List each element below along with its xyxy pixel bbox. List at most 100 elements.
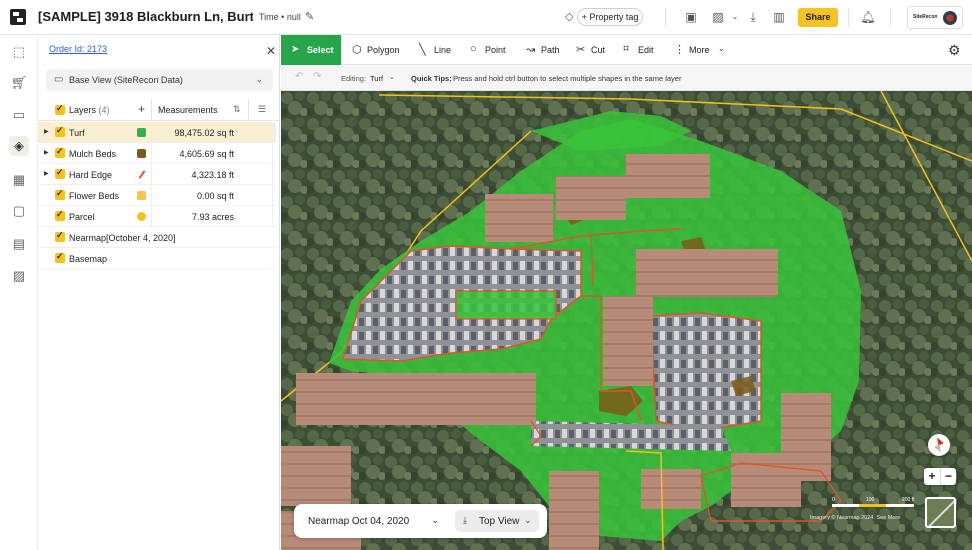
aerial-imagery [281,91,972,550]
editing-layer-select[interactable]: Turf [370,74,383,83]
add-layer-icon[interactable]: + [138,102,145,116]
layer-measurement: 98,475.02 sq ft [174,128,234,138]
layer-row[interactable]: Parcel 7.93 acres [38,206,276,227]
column-divider [151,99,152,121]
layer-name: Hard Edge [69,170,113,180]
layer-style-swatch-icon[interactable] [138,170,146,179]
layer-checkbox[interactable] [55,209,65,221]
zoom-out-button[interactable]: − [940,468,956,485]
gear-icon[interactable]: ⚙ [948,42,961,59]
layer-row[interactable]: Basemap [38,248,276,269]
expand-arrow-icon[interactable]: ▶ [44,128,49,135]
share-button[interactable]: Share [798,8,838,27]
expand-arrow-icon[interactable]: ▶ [44,170,49,177]
header-divider [890,8,891,27]
cell-divider [151,143,152,164]
company-logo-text: SiteRecon [913,14,938,20]
layer-measurement: 0.00 sq ft [196,191,234,201]
tag-icon: ◇ [565,11,574,23]
top-header: [SAMPLE] 3918 Blackburn Ln, Burtonsvi...… [0,0,972,35]
chevron-down-icon[interactable]: ⌄ [727,9,743,25]
basemap-toggle[interactable] [925,497,956,528]
property-title: [SAMPLE] 3918 Blackburn Ln, Burtonsvi... [38,9,253,24]
imagery-date-selector[interactable]: Nearmap Oct 04, 2020 ⌄ ⤓ Top View ⌄ [294,504,547,538]
top-view-icon: ⤓ [463,515,467,525]
layer-checkbox[interactable] [55,188,65,200]
layers-all-checkbox[interactable] [55,103,65,115]
chevron-down-icon: ⌄ [255,74,263,84]
layer-row[interactable]: ▶ Turf 98,475.02 sq ft [38,122,276,143]
document-icon[interactable]: ▣ [683,9,699,25]
tool-label: Cut [591,45,606,55]
edit-pencil-icon[interactable]: ✎ [305,10,314,23]
layer-row[interactable]: ▶ Hard Edge 4,323.18 ft [38,164,276,185]
layer-checkbox[interactable] [55,251,65,263]
layers-title-text: Layers [69,105,97,115]
bell-icon[interactable]: 🔔︎ [860,9,876,25]
cell-divider [272,164,273,185]
gallery-icon[interactable]: ▨ [9,266,29,286]
layer-row[interactable]: Nearmap[October 4, 2020] [38,227,276,248]
layer-style-swatch-icon[interactable] [137,212,146,221]
scale-bar: 0 100 200 ft [832,497,917,507]
layers-icon[interactable]: ◈ [9,136,29,156]
tool-label: Edit [638,45,654,55]
layers-title: Layers (4) [69,105,110,115]
filter-icon[interactable]: ☰ [258,104,266,115]
view-mode-button[interactable]: ⤓ Top View ⌄ [455,510,539,532]
undo-icon[interactable]: ↶ [295,71,303,82]
chat-icon[interactable]: ▢ [9,201,29,221]
base-view-dropdown[interactable]: ▭ Base View (SiteRecon Data) ⌄ [46,69,273,91]
order-id-link[interactable]: Order Id: 2173 [49,44,107,54]
layers-panel: Order Id: 2173 ✕ ▭ Base View (SiteRecon … [38,35,280,550]
layer-name: Turf [69,128,85,138]
layer-checkbox[interactable] [55,146,65,158]
zoom-in-button[interactable]: + [924,468,940,485]
calculator-icon[interactable]: ▦ [9,170,29,190]
layer-measurement: 7.93 acres [191,212,234,222]
chart-icon[interactable]: ▥ [771,9,787,25]
property-tag-button[interactable]: + Property tag [577,8,643,26]
compass-icon[interactable] [928,434,950,456]
cursor-icon: ➤ [291,44,300,55]
scale-label: 200 ft [902,497,915,503]
image-icon[interactable]: ▨ [710,9,726,25]
tool-label: Polygon [367,45,400,55]
redo-icon[interactable]: ↷ [313,71,321,82]
layer-style-swatch-icon[interactable] [137,191,146,200]
close-icon[interactable]: ✕ [266,44,276,58]
layer-row[interactable]: ▶ Mulch Beds 4,605.69 sq ft [38,143,276,164]
folder-icon[interactable]: ▭ [9,105,29,125]
tool-label: Line [434,45,452,55]
layer-row[interactable]: Flower Beds 0.00 sq ft [38,185,276,206]
scale-label: 100 [866,497,875,503]
layer-style-swatch-icon[interactable] [137,149,146,158]
cut-icon: ✂ [576,44,586,56]
layer-checkbox[interactable] [55,125,65,137]
chevron-down-icon[interactable]: ⌄ [431,515,439,526]
expand-arrow-icon[interactable]: ▶ [44,149,49,156]
app-logo-icon[interactable] [10,9,26,25]
sort-icon[interactable]: ⇅ [233,104,241,115]
tool-select-button[interactable]: ➤ Select [281,35,341,65]
imagery-attribution: Imagery © Nearmap 2024. See More [810,515,901,521]
takeoff-icon[interactable]: ⬚ [9,42,29,62]
tool-label: Path [541,45,560,55]
layer-style-swatch-icon[interactable] [137,128,146,137]
cell-divider [151,185,152,206]
map-canvas[interactable] [281,91,972,550]
header-divider [848,8,849,27]
download-icon[interactable]: ⤓ [745,9,761,25]
layer-checkbox[interactable] [55,167,65,179]
company-logo[interactable]: SiteRecon [907,6,963,29]
tool-label: More [689,45,710,55]
editing-label: Editing: [341,74,367,83]
polygon-icon: ⬡ [352,44,362,56]
quick-tips-text: Press and hold ctrl button to select mul… [453,74,682,83]
cart-icon[interactable]: 🛒︎ [9,73,29,93]
chevron-down-icon[interactable]: ⌄ [389,73,395,81]
layer-checkbox[interactable] [55,230,65,242]
notes-icon[interactable]: ▤ [9,234,29,254]
quick-tips-label: Quick Tips: [411,74,452,83]
cell-divider [272,143,273,164]
